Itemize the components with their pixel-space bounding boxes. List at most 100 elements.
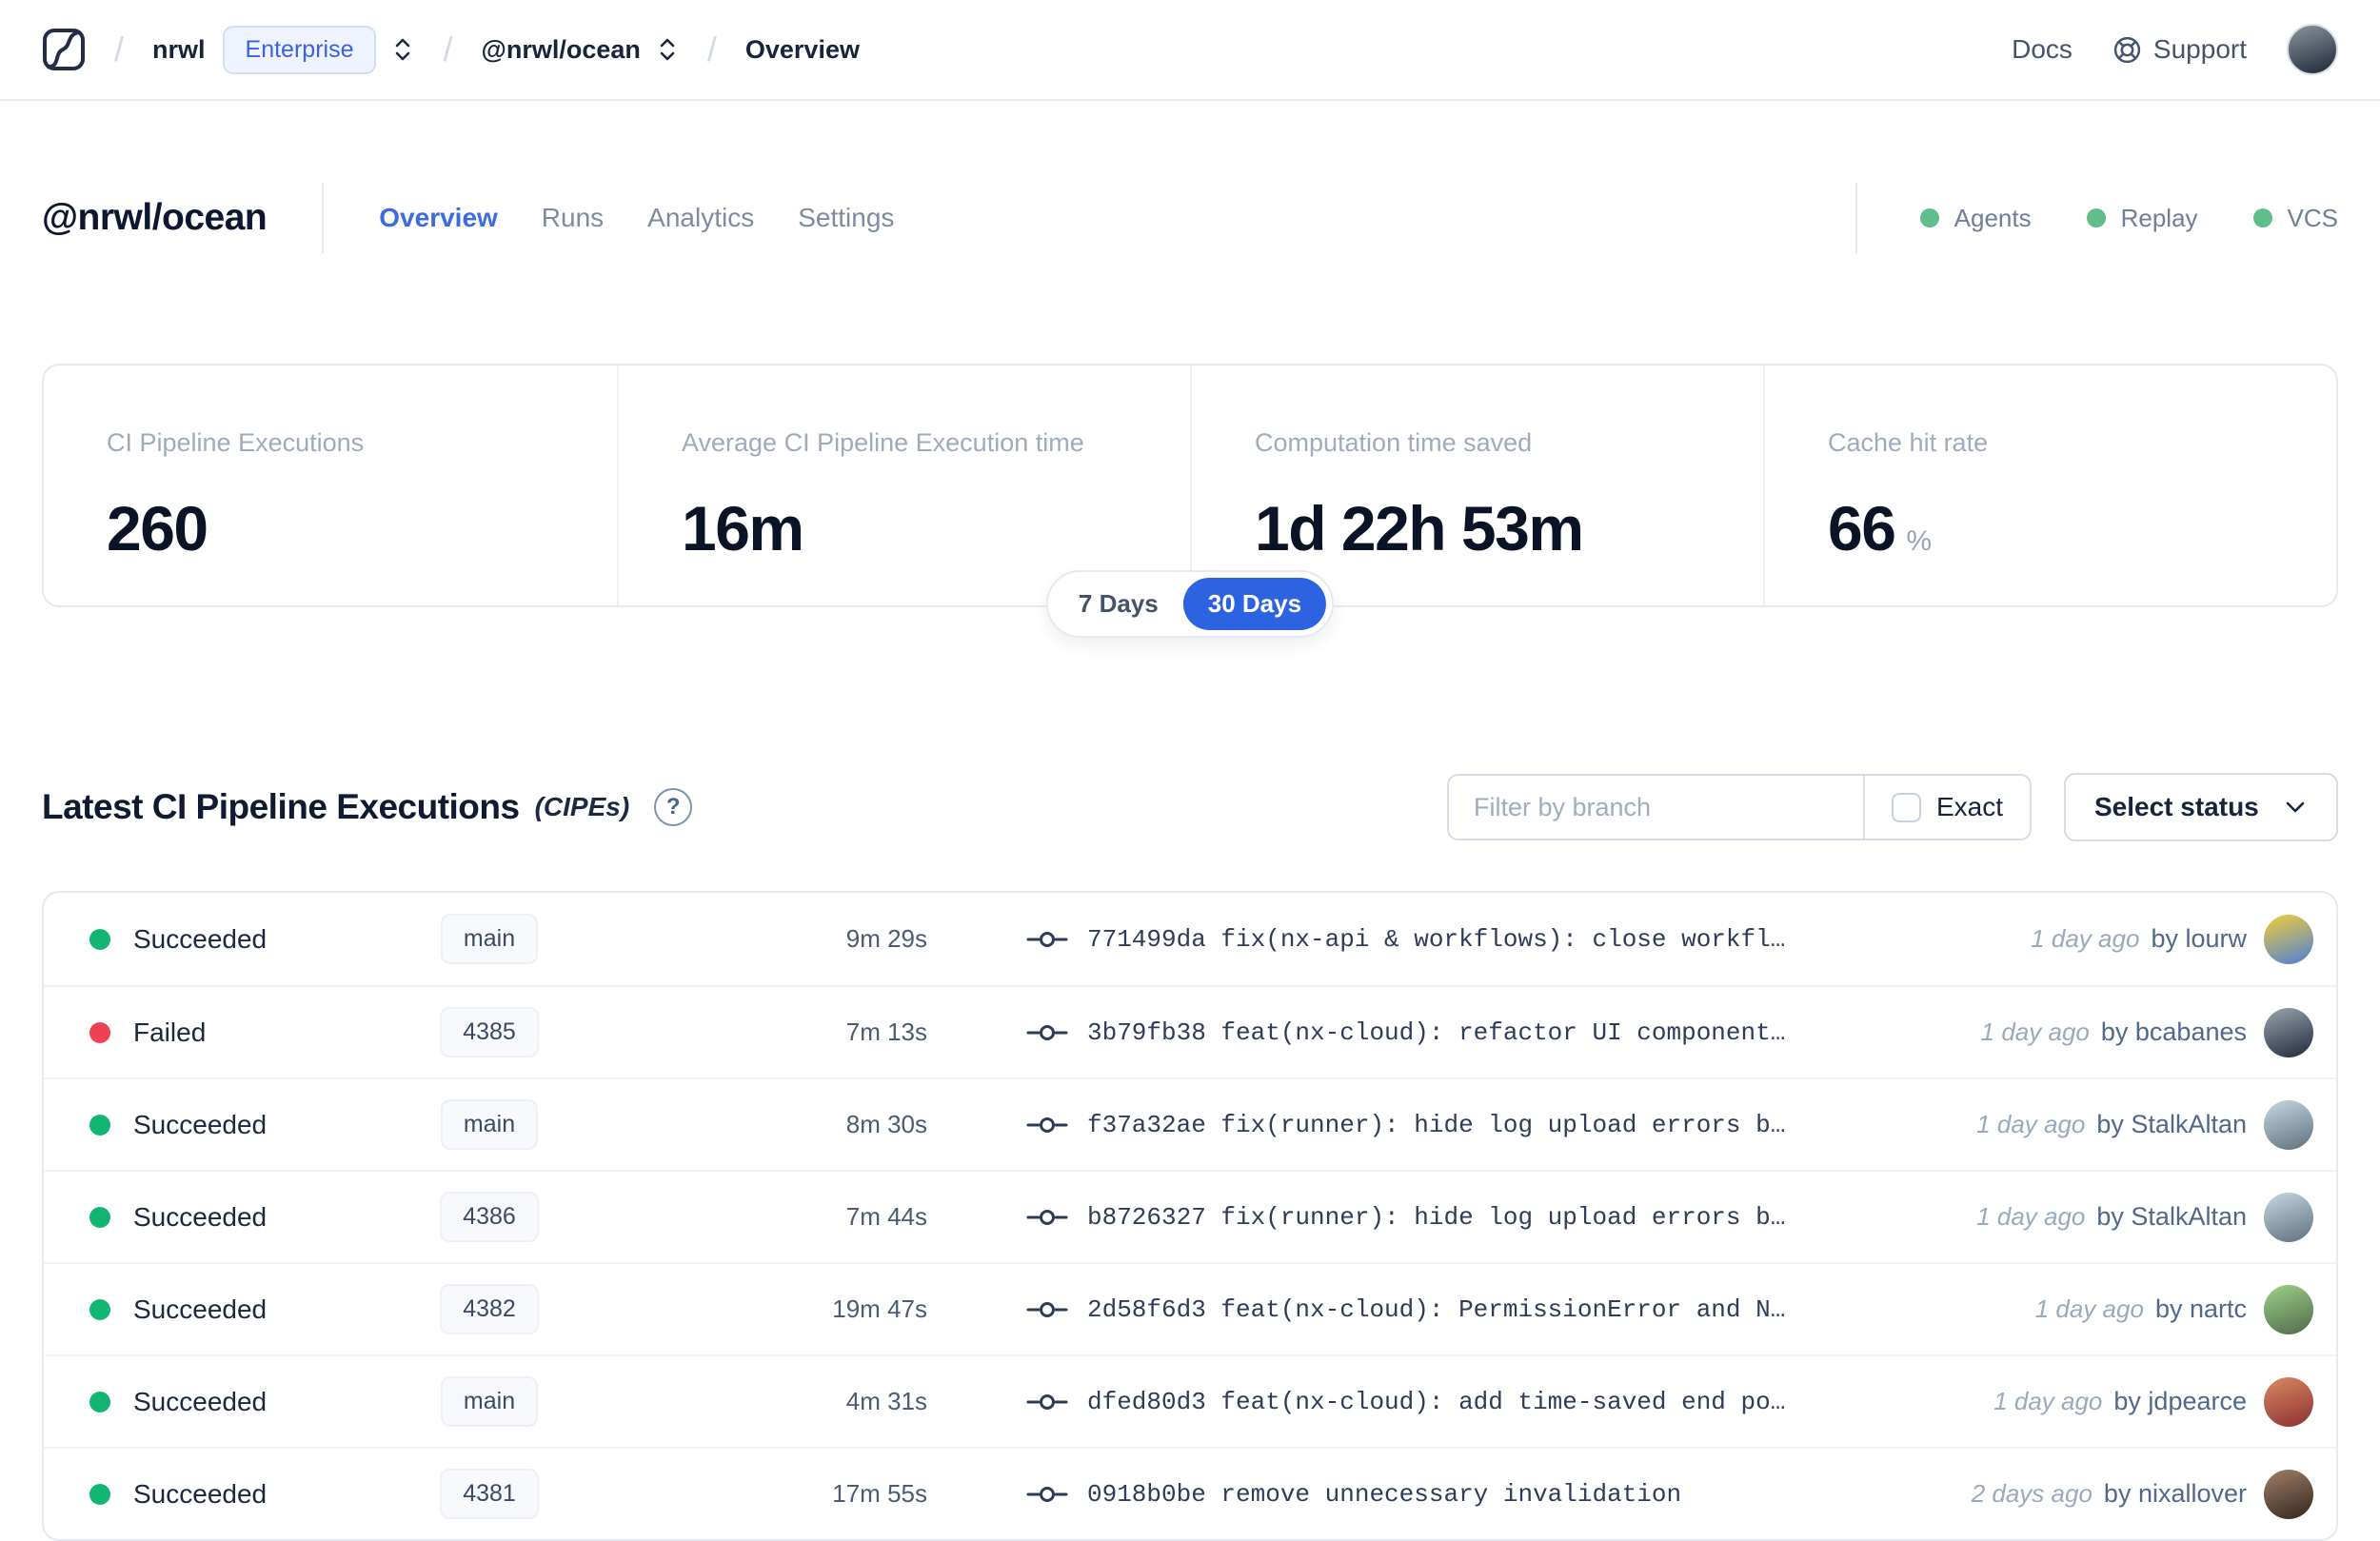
author-avatar[interactable] [2264,1007,2313,1057]
enterprise-badge: Enterprise [222,25,377,74]
git-commit-icon [1026,1116,1068,1133]
author-avatar[interactable] [2264,1376,2313,1427]
status-label: Replay [2120,203,2198,232]
workspace-tabs: Overview Runs Analytics Settings [379,203,894,233]
status-select-dropdown[interactable]: Select status [2064,773,2338,841]
date-range-toggle: 7 Days 30 Days [1045,570,1335,638]
author-avatar[interactable] [2264,1099,2313,1150]
git-commit-icon [1026,931,1068,947]
status-cell: Failed [89,1017,404,1048]
author-name: by jdpearce [2113,1387,2247,1415]
top-navbar: / nrwl Enterprise / @nrwl/ocean / Overvi… [0,0,2380,101]
table-row[interactable]: Failed 4385 7m 13s 3b79fb38 feat(nx-clou… [44,985,2336,1077]
commit-cell[interactable]: 3b79fb38 feat(nx-cloud): refactor UI com… [1026,1018,1981,1047]
status-dot-icon [89,928,110,950]
branch-badge[interactable]: 4382 [440,1284,539,1334]
tab-settings[interactable]: Settings [798,203,894,233]
branch-badge[interactable]: 4385 [440,1007,539,1057]
meta-cell: 1 day ago by bcabanes [1981,1007,2313,1057]
branch-badge[interactable]: main [440,1099,539,1150]
status-dot-icon [89,1483,110,1505]
table-row[interactable]: Succeeded main 8m 30s f37a32ae fix(runne… [44,1077,2336,1170]
table-row[interactable]: Succeeded main 9m 29s 771499da fix(nx-ap… [44,893,2336,985]
timestamp: 1 day ago [1976,1110,2086,1138]
status-dot-icon [89,1206,110,1228]
table-row[interactable]: Succeeded 4382 19m 47s 2d58f6d3 feat(nx-… [44,1262,2336,1354]
tab-runs[interactable]: Runs [542,203,604,233]
support-label: Support [2152,34,2247,64]
help-icon[interactable]: ? [654,788,693,826]
duration-cell: 19m 47s [832,1294,927,1323]
commit-message: 771499da fix(nx-api & workflows): close … [1087,924,1786,954]
status-label: Succeeded [133,923,268,954]
cipe-table: Succeeded main 9m 29s 771499da fix(nx-ap… [42,891,2338,1541]
branch-filter-input[interactable] [1449,776,1863,839]
commit-cell[interactable]: 771499da fix(nx-api & workflows): close … [1026,925,2031,954]
status-label: Succeeded [133,1109,268,1139]
tab-overview[interactable]: Overview [379,203,498,233]
range-7-days-button[interactable]: 7 Days [1054,578,1183,630]
timestamp: 2 days ago [1971,1479,2092,1508]
stat-value: 1d 22h 53m [1255,493,1584,563]
timestamp: 1 day ago [2031,924,2140,953]
exact-label: Exact [1935,792,2003,821]
table-row[interactable]: Succeeded 4386 7m 44s b8726327 fix(runne… [44,1170,2336,1262]
timestamp: 1 day ago [1976,1202,2086,1231]
chevron-down-icon [2286,801,2305,813]
table-row[interactable]: Succeeded 4381 17m 55s 0918b0be remove u… [44,1447,2336,1539]
commit-cell[interactable]: dfed80d3 feat(nx-cloud): add time-saved … [1026,1388,1993,1416]
commit-message: b8726327 fix(runner): hide log upload er… [1087,1202,1786,1232]
commit-cell[interactable]: 2d58f6d3 feat(nx-cloud): PermissionError… [1026,1295,2035,1324]
breadcrumb-workspace[interactable]: @nrwl/ocean [482,35,641,65]
section-subtitle: (CIPEs) [534,792,630,821]
breadcrumb-separator: / [114,30,125,69]
meta-cell: 2 days ago by nixallover [1971,1469,2313,1519]
status-dot-icon [89,1298,110,1320]
exact-checkbox[interactable] [1891,792,1921,822]
table-row[interactable]: Succeeded main 4m 31s dfed80d3 feat(nx-c… [44,1354,2336,1447]
stat-value: 260 [107,493,208,563]
branch-cell: main [404,1376,575,1427]
cipe-section-header: Latest CI Pipeline Executions (CIPEs) ? … [42,773,2338,841]
meta-cell: 1 day ago by StalkAltan [1976,1099,2313,1150]
commit-cell[interactable]: f37a32ae fix(runner): hide log upload er… [1026,1111,1976,1139]
user-avatar[interactable] [2287,24,2338,75]
branch-badge[interactable]: main [440,914,539,964]
range-30-days-button[interactable]: 30 Days [1182,578,1327,630]
status-agents: Agents [1919,204,2032,233]
meta-cell: 1 day ago by jdpearce [1993,1376,2313,1427]
status-cell: Succeeded [89,1479,404,1510]
branch-cell: 4382 [404,1284,575,1334]
status-vcs: VCS [2252,204,2338,233]
branch-badge[interactable]: 4386 [440,1192,539,1242]
status-label: Failed [133,1017,207,1047]
branch-badge[interactable]: 4381 [440,1469,539,1519]
commit-message: f37a32ae fix(runner): hide log upload er… [1087,1110,1786,1139]
author-avatar[interactable] [2264,1469,2313,1519]
support-link[interactable]: Support [2112,34,2247,65]
green-status-dot-icon [2252,208,2272,227]
feature-status-list: Agents Replay VCS [1854,183,2338,253]
author-avatar[interactable] [2264,914,2313,964]
stat-label: CI Pipeline Executions [107,428,365,457]
stats-card-row: CI Pipeline Executions 260 Average CI Pi… [42,364,2338,638]
branch-cell: 4381 [404,1469,575,1519]
status-cell: Succeeded [89,1294,404,1325]
duration-cell: 17m 55s [832,1479,927,1508]
nx-cloud-logo-icon[interactable] [42,28,86,71]
git-commit-icon [1026,1393,1068,1410]
org-switcher-icon[interactable] [391,35,414,64]
docs-link[interactable]: Docs [2012,34,2073,65]
commit-cell[interactable]: b8726327 fix(runner): hide log upload er… [1026,1203,1976,1232]
commit-cell[interactable]: 0918b0be remove unnecessary invalidation [1026,1480,1972,1509]
workspace-switcher-icon[interactable] [656,35,679,64]
author-avatar[interactable] [2264,1192,2313,1242]
branch-badge[interactable]: main [440,1376,539,1427]
tab-analytics[interactable]: Analytics [647,203,754,233]
author-avatar[interactable] [2264,1284,2313,1334]
status-dot-icon [89,1021,110,1043]
breadcrumb-org[interactable]: nrwl [152,35,206,65]
timestamp: 1 day ago [1993,1387,2103,1415]
commit-message: 2d58f6d3 feat(nx-cloud): PermissionError… [1087,1294,1786,1324]
stat-value: 66% [1828,492,2336,564]
